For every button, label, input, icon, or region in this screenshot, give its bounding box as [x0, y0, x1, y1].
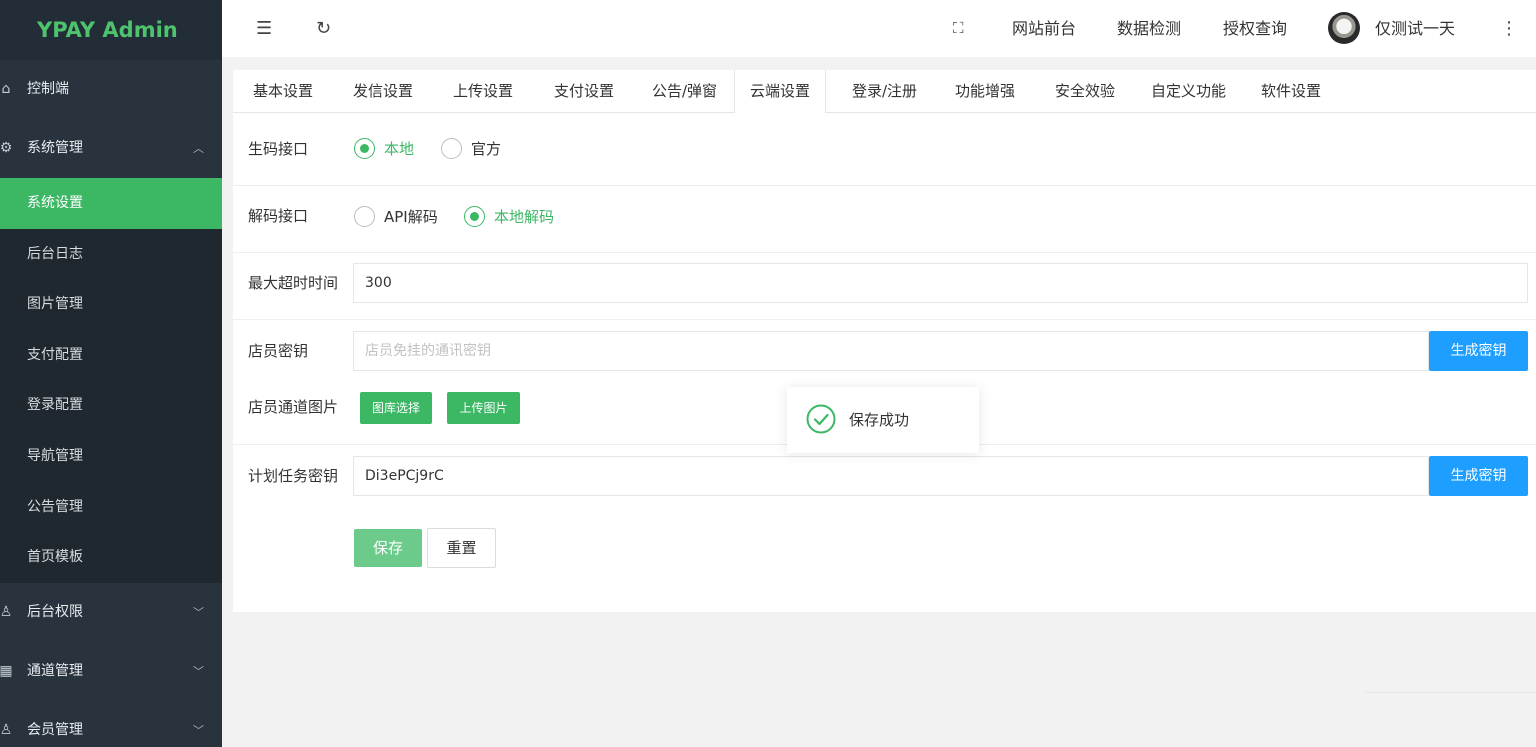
tab-basic[interactable]: 基本设置: [238, 70, 328, 113]
sidebar-subitem-home-template[interactable]: 首页模板: [0, 532, 222, 583]
gear-icon: ⚙: [0, 140, 13, 156]
settings-card: 基本设置 发信设置 上传设置 支付设置 公告/弹窗 云端设置 登录/注册 功能增…: [233, 70, 1536, 612]
chevron-down-icon: ﹀: [193, 723, 204, 737]
menu-toggle-icon[interactable]: ☰: [256, 0, 272, 57]
apps-icon: ▦: [0, 662, 13, 679]
top-header: ☰ ↻ ⛶ 网站前台 数据检测 授权查询 仅测试一天 ⋮: [222, 0, 1536, 57]
tab-notice-popup[interactable]: 公告/弹窗: [637, 70, 732, 113]
sidebar-item-label: 控制端: [27, 81, 69, 97]
radio-decode-local[interactable]: 本地解码: [464, 206, 554, 228]
radio-code-official[interactable]: 官方: [441, 138, 501, 160]
upload-image-button[interactable]: 上传图片: [447, 392, 520, 424]
divider: [233, 319, 1536, 320]
home-icon: ⌂: [1, 81, 11, 97]
generate-clerk-key-button[interactable]: 生成密钥: [1429, 331, 1528, 371]
sidebar-item-channel[interactable]: ▦ 通道管理 ﹀: [0, 642, 222, 701]
timeout-input[interactable]: 300: [353, 263, 1528, 303]
radio-unchecked-icon: [441, 138, 462, 159]
radio-unchecked-icon: [354, 206, 375, 227]
radio-label: 官方: [471, 140, 502, 158]
decode-api-label: 解码接口: [248, 207, 309, 225]
app-logo: YPAY Admin: [0, 0, 222, 60]
tab-security[interactable]: 安全效验: [1040, 70, 1130, 113]
sidebar-item-members[interactable]: ♙ 会员管理 ﹀: [0, 701, 222, 747]
header-link-license-query[interactable]: 授权查询: [1223, 0, 1287, 57]
header-link-frontend[interactable]: 网站前台: [1012, 0, 1076, 57]
sidebar-item-label: 后台权限: [27, 603, 83, 620]
tab-upload[interactable]: 上传设置: [438, 70, 528, 113]
header-username[interactable]: 仅测试一天: [1375, 0, 1455, 57]
tab-custom[interactable]: 自定义功能: [1136, 70, 1241, 113]
success-toast: 保存成功: [787, 387, 979, 453]
chevron-down-icon: ﹀: [193, 664, 204, 678]
user-icon: ♙: [0, 603, 13, 620]
header-link-data-check[interactable]: 数据检测: [1117, 0, 1181, 57]
sidebar-item-console[interactable]: ⌂ 控制端: [0, 60, 222, 119]
divider: [233, 185, 1536, 186]
avatar[interactable]: [1328, 12, 1360, 44]
clerk-key-input[interactable]: 店员免挂的通讯密钥: [353, 331, 1429, 371]
fullscreen-icon[interactable]: ⛶: [953, 0, 964, 57]
sidebar-subitem-admin-log[interactable]: 后台日志: [0, 229, 222, 280]
sidebar-subitem-image-manage[interactable]: 图片管理: [0, 279, 222, 330]
divider: [233, 252, 1536, 253]
chevron-up-icon: ︿: [193, 142, 204, 155]
sidebar-subitem-login-config[interactable]: 登录配置: [0, 380, 222, 431]
sidebar-item-system[interactable]: ⚙ 系统管理 ︿: [0, 119, 222, 178]
user-icon: ♙: [0, 721, 13, 738]
sidebar-item-admin-permission[interactable]: ♙ 后台权限 ﹀: [0, 583, 222, 642]
radio-checked-icon: [354, 138, 375, 159]
radio-label: 本地: [384, 140, 415, 158]
divider: [1365, 692, 1536, 693]
more-vertical-icon[interactable]: ⋮: [1500, 0, 1518, 57]
radio-label: 本地解码: [494, 208, 555, 226]
sidebar-subitem-nav-manage[interactable]: 导航管理: [0, 431, 222, 482]
clerk-key-label: 店员密钥: [248, 342, 309, 360]
toast-message: 保存成功: [849, 411, 910, 429]
code-api-label: 生码接口: [248, 140, 309, 158]
timeout-label: 最大超时时间: [248, 274, 339, 292]
sidebar-submenu-system: 系统设置 后台日志 图片管理 支付配置 登录配置 导航管理 公告管理 首页模板: [0, 178, 222, 583]
chevron-down-icon: ﹀: [193, 605, 204, 619]
sidebar: YPAY Admin ⌂ 控制端 ⚙ 系统管理 ︿ 系统设置 后台日志 图片管理…: [0, 0, 222, 747]
refresh-icon[interactable]: ↻: [316, 0, 331, 57]
sidebar-item-label: 会员管理: [27, 721, 83, 738]
settings-tabs: 基本设置 发信设置 上传设置 支付设置 公告/弹窗 云端设置 登录/注册 功能增…: [233, 70, 1536, 114]
radio-label: API解码: [384, 208, 438, 226]
radio-checked-icon: [464, 206, 485, 227]
sidebar-subitem-notice-manage[interactable]: 公告管理: [0, 482, 222, 533]
save-button[interactable]: 保存: [354, 529, 422, 567]
tab-payment[interactable]: 支付设置: [539, 70, 629, 113]
radio-code-local[interactable]: 本地: [354, 138, 414, 160]
cron-key-input[interactable]: Di3ePCj9rC: [353, 456, 1429, 496]
sidebar-subitem-system-settings[interactable]: 系统设置: [0, 178, 222, 229]
radio-decode-api[interactable]: API解码: [354, 206, 438, 228]
cron-key-label: 计划任务密钥: [248, 467, 339, 485]
sidebar-subitem-payment-config[interactable]: 支付配置: [0, 330, 222, 381]
tab-mail[interactable]: 发信设置: [338, 70, 428, 113]
reset-button[interactable]: 重置: [427, 528, 496, 568]
tab-cloud[interactable]: 云端设置: [734, 70, 827, 114]
gallery-select-button[interactable]: 图库选择: [360, 392, 432, 424]
clerk-image-label: 店员通道图片: [248, 398, 339, 416]
tab-software[interactable]: 软件设置: [1246, 70, 1336, 113]
sidebar-item-label: 系统管理: [27, 140, 83, 156]
tab-login-register[interactable]: 登录/注册: [837, 70, 932, 113]
check-circle-icon: [806, 404, 836, 434]
sidebar-item-label: 通道管理: [27, 662, 83, 679]
tab-enhance[interactable]: 功能增强: [940, 70, 1030, 113]
generate-cron-key-button[interactable]: 生成密钥: [1429, 456, 1528, 496]
